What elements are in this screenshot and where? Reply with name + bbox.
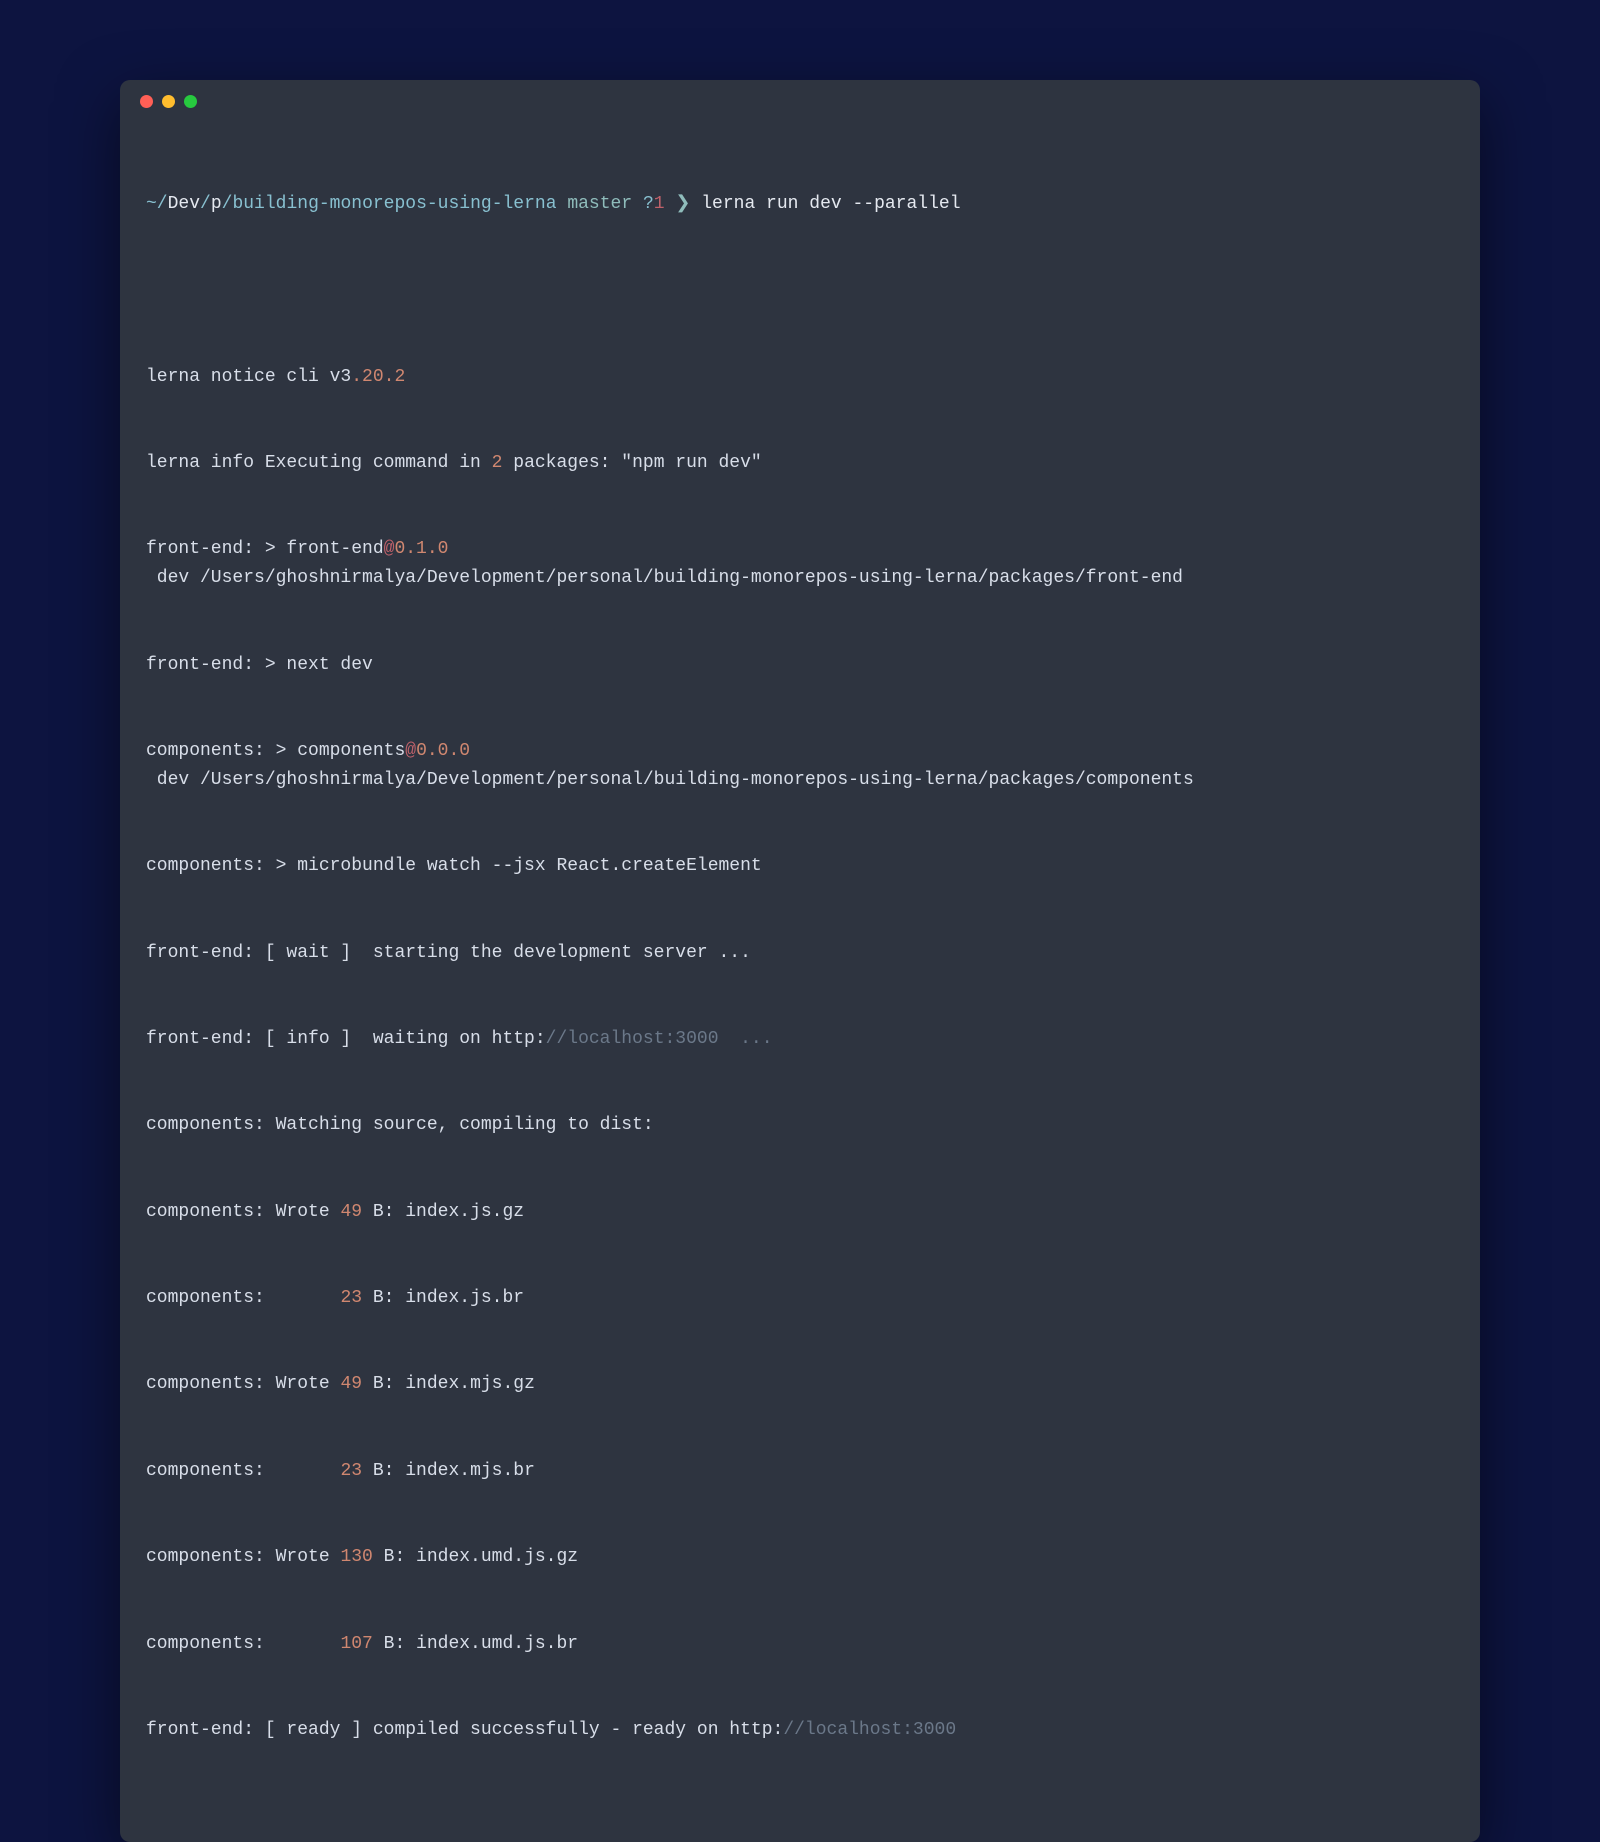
text: components: Wrote [146,1202,340,1222]
output-line: lerna notice cli v3.20.2 [146,363,1454,392]
number: 2 [492,453,503,473]
blank-line [146,276,1454,305]
close-icon[interactable] [140,95,153,108]
text: dev /Users/ghoshnirmalya/Development/per… [146,770,1194,790]
text: lerna notice cli v3 [146,367,351,387]
url-text: //localhost:3000 ... [546,1029,773,1049]
text: B: index.mjs.br [362,1461,535,1481]
number: 23 [340,1288,362,1308]
output-line: components: 23 B: index.js.br [146,1284,1454,1313]
output-line: components: Wrote 49 B: index.js.gz [146,1198,1454,1227]
output-line: components: 23 B: index.mjs.br [146,1457,1454,1486]
text: components: [146,1634,340,1654]
text: components: > components [146,741,405,761]
url-text: //localhost:3000 [783,1720,956,1740]
path-segment: building-monorepos-using-lerna [232,194,567,214]
window-titlebar [120,80,1480,122]
path-segment: / [222,194,233,214]
text: components: Watching source, compiling t… [146,1115,654,1135]
output-line: front-end: [ wait ] starting the develop… [146,939,1454,968]
version-number: 0.1.0 [394,539,448,559]
git-status-count: 1 [654,194,676,214]
number: 130 [340,1547,372,1567]
output-line: components: Wrote 49 B: index.mjs.gz [146,1370,1454,1399]
text: dev /Users/ghoshnirmalya/Development/per… [146,568,1183,588]
output-line: components: 107 B: index.umd.js.br [146,1630,1454,1659]
path-segment: p [211,194,222,214]
text: front-end: [ wait ] starting the develop… [146,943,751,963]
text: B: index.js.gz [362,1202,524,1222]
number: 23 [340,1461,362,1481]
git-branch: master [567,194,643,214]
output-line: front-end: [ info ] waiting on http://lo… [146,1025,1454,1054]
output-line: front-end: > front-end@0.1.0 dev /Users/… [146,535,1454,593]
output-line: components: Watching source, compiling t… [146,1111,1454,1140]
output-line: front-end: [ ready ] compiled successful… [146,1716,1454,1745]
path-segment: ~/ [146,194,168,214]
text: front-end: > next dev [146,655,373,675]
text: components: Wrote [146,1374,340,1394]
number: 49 [340,1202,362,1222]
version-number: .20.2 [351,367,405,387]
git-status: ? [643,194,654,214]
terminal-window: ~/Dev/p/building-monorepos-using-lerna m… [120,80,1480,1842]
text: components: > microbundle watch --jsx Re… [146,856,762,876]
terminal-output[interactable]: ~/Dev/p/building-monorepos-using-lerna m… [120,122,1480,1842]
output-line: front-end: > next dev [146,651,1454,680]
text: B: index.umd.js.br [373,1634,578,1654]
at-symbol: @ [405,741,416,761]
prompt-arrow-icon: ❯ [675,194,701,214]
text: components: [146,1288,340,1308]
command-text: lerna run dev --parallel [701,194,960,214]
output-line: components: > components@0.0.0 dev /User… [146,737,1454,795]
output-line: lerna info Executing command in 2 packag… [146,449,1454,478]
number: 107 [340,1634,372,1654]
text: front-end: > front-end [146,539,384,559]
version-number: 0.0.0 [416,741,470,761]
path-segment: Dev [168,194,200,214]
prompt-line: ~/Dev/p/building-monorepos-using-lerna m… [146,190,1454,219]
minimize-icon[interactable] [162,95,175,108]
text: B: index.mjs.gz [362,1374,535,1394]
text: front-end: [ ready ] compiled successful… [146,1720,783,1740]
text: B: index.js.br [362,1288,524,1308]
text: B: index.umd.js.gz [373,1547,578,1567]
number: 49 [340,1374,362,1394]
text: components: [146,1461,340,1481]
text: packages: "npm run dev" [502,453,761,473]
text: front-end: [ info ] waiting on http: [146,1029,546,1049]
output-line: components: Wrote 130 B: index.umd.js.gz [146,1543,1454,1572]
maximize-icon[interactable] [184,95,197,108]
output-line: components: > microbundle watch --jsx Re… [146,852,1454,881]
text: components: Wrote [146,1547,340,1567]
at-symbol: @ [384,539,395,559]
path-segment: / [200,194,211,214]
text: lerna info Executing command in [146,453,492,473]
